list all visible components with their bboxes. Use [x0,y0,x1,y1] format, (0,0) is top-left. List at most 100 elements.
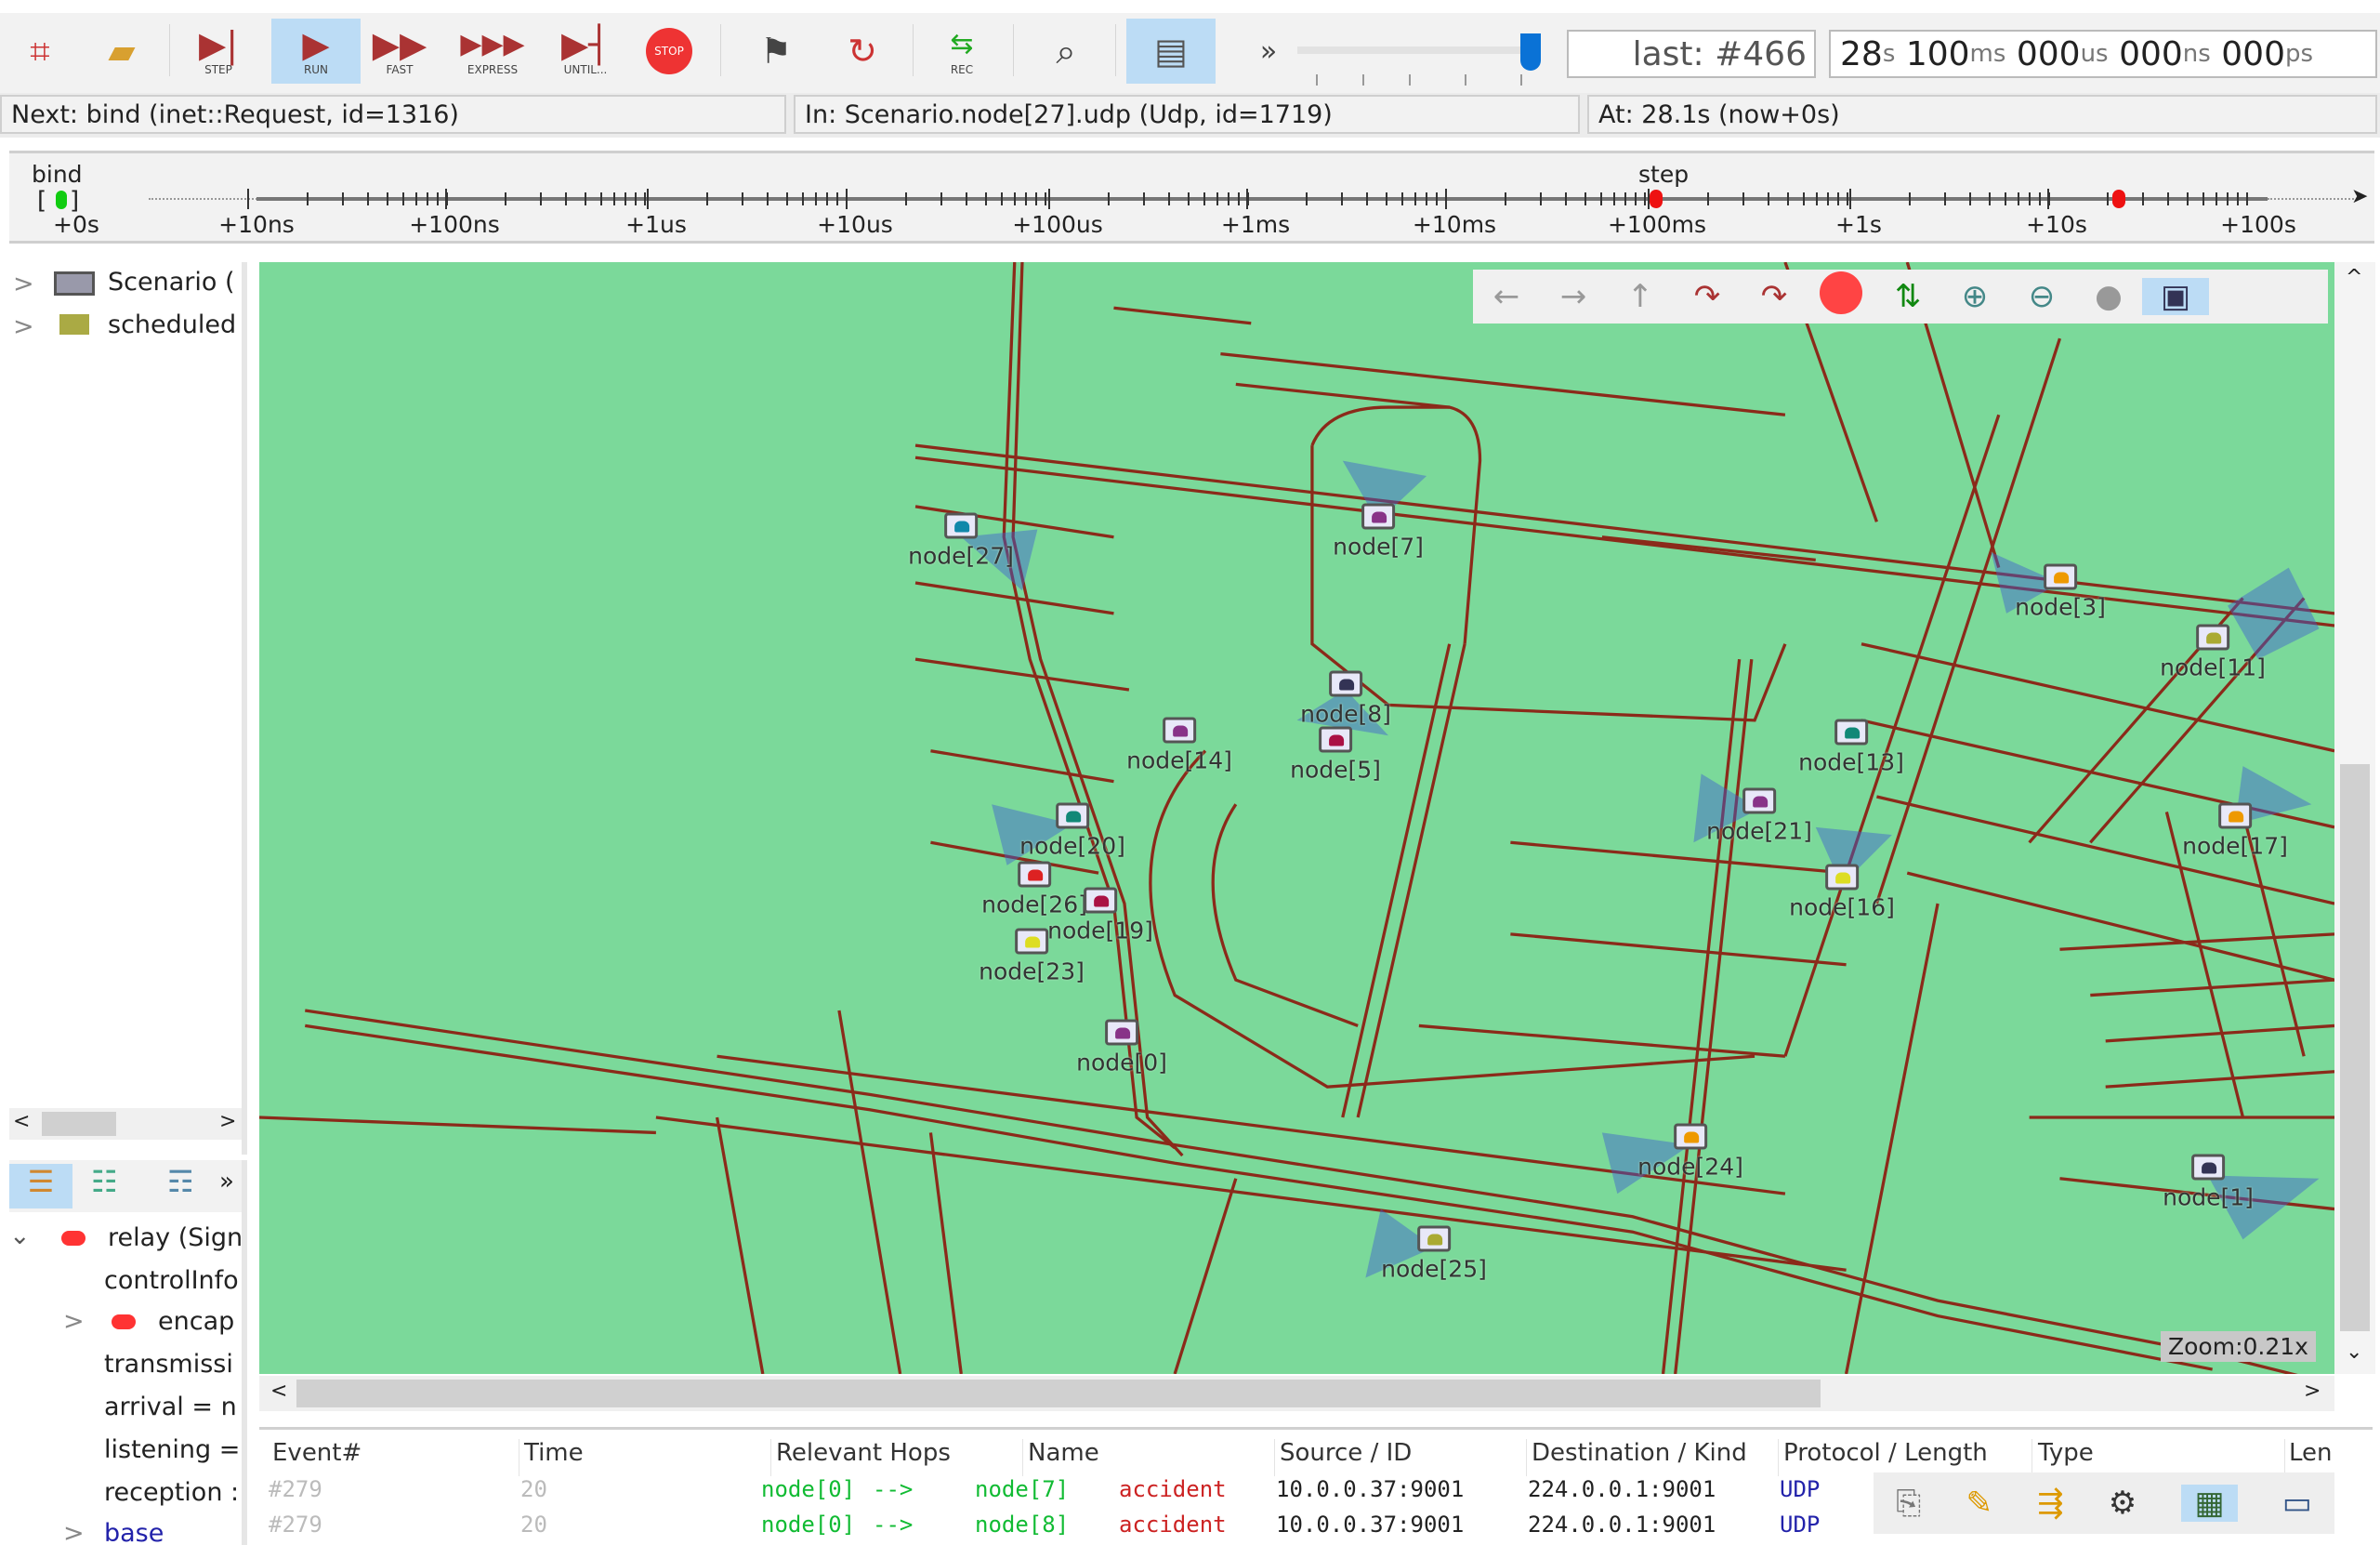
column-header[interactable]: Name [1024,1439,1275,1476]
rebuild-button[interactable]: ↻ [830,19,895,84]
packet-view-icon[interactable]: ▦ [2181,1485,2238,1522]
map-node[interactable]: node[11] [2160,624,2266,681]
pin-icon[interactable]: ✎ [1966,1485,1992,1522]
expand-icon[interactable]: > [63,1307,85,1336]
more-button[interactable]: » [219,1168,234,1195]
timeline-tick [307,192,309,205]
map-node[interactable]: node[17] [2182,802,2288,860]
slider-thumb[interactable] [1520,33,1541,71]
record-button[interactable]: ⇆ REC [929,19,994,84]
column-header[interactable]: Source / ID [1276,1439,1527,1476]
map-node[interactable]: node[25] [1381,1225,1487,1283]
step-out-icon[interactable]: ↷ [1741,278,1808,315]
column-header[interactable]: Destination / Kind [1528,1439,1779,1476]
scrollbar-thumb[interactable] [296,1380,1821,1407]
step-button[interactable]: ▶| STEP [186,19,251,84]
layout-button[interactable]: ▤ [1126,19,1216,84]
message-view-icon[interactable]: ▭ [2282,1485,2312,1522]
map-node[interactable]: node[3] [2015,563,2106,621]
network-canvas[interactable]: node[27] node[7] node[3] node[11] node[8… [259,262,2334,1374]
map-node[interactable]: node[1] [2163,1154,2254,1211]
horizontal-scrollbar[interactable]: < > [259,1376,2334,1411]
more-button[interactable]: » [1236,19,1301,84]
scrollbar-thumb[interactable] [42,1112,116,1136]
run-icon: ▶ [302,24,330,65]
timeline-tick [2047,189,2049,209]
event-marker[interactable] [2112,190,2125,208]
vertical-scrollbar[interactable]: ^ ⌄ [2334,262,2375,1374]
collapse-icon[interactable]: ⌄ [9,1221,31,1250]
inspector-item[interactable]: base [104,1519,242,1545]
bind-event-marker[interactable] [56,191,67,209]
inspector-item[interactable]: arrival = n [104,1393,242,1421]
refresh-icon[interactable]: ⇅ [1874,278,1941,315]
map-node[interactable]: node[13] [1798,719,1904,776]
timeline-tick [1228,192,1230,205]
search-button[interactable]: ⌕ [1033,19,1098,84]
inspector-item[interactable]: transmissi [104,1350,242,1379]
timeline-tick [2029,192,2032,205]
back-icon[interactable]: ← [1473,278,1540,315]
map-node[interactable]: node[0] [1076,1019,1167,1076]
expand-icon[interactable]: > [63,1519,85,1545]
speed-slider[interactable] [1297,33,1544,89]
map-node[interactable]: node[16] [1789,864,1895,921]
map-node[interactable]: node[7] [1333,503,1424,561]
load-config-button[interactable]: ▰ [89,19,154,84]
timeline-tick [1246,189,1248,209]
map-node[interactable]: node[24] [1637,1123,1743,1181]
map-node[interactable]: node[27] [908,512,1014,570]
column-header[interactable]: Time [520,1439,771,1476]
column-header[interactable]: Protocol / Length [1780,1439,2032,1476]
event-timeline[interactable]: bind [ ] step ➤ +0s +10ns +100ns +1us +1… [9,151,2374,244]
step-back-icon[interactable]: ↷ [1674,278,1741,315]
module-view-icon[interactable]: ▣ [2142,278,2209,315]
flat-mode-icon[interactable]: ☶ [167,1164,194,1199]
animation-icon[interactable]: ● [2075,278,2142,315]
zoom-out-icon[interactable]: ⊖ [2008,278,2075,315]
gear-icon[interactable]: ⚙ [2109,1485,2137,1522]
fast-button[interactable]: ▶▶ FAST [367,19,432,84]
map-node[interactable]: node[23] [979,928,1085,985]
timeline-tick [836,192,839,205]
stop-button[interactable]: STOP [637,19,702,84]
column-header[interactable]: Type [2034,1439,2285,1476]
zoom-in-icon[interactable]: ⊕ [1941,278,2008,315]
express-button[interactable]: ▶▶▶ EXPRESS [451,19,534,84]
up-icon[interactable]: ↑ [1607,278,1674,315]
horizontal-scrollbar[interactable]: < > [9,1108,242,1140]
inspector-panel: ☰ ☷ ☶ » ⌄ relay (Sign controlInfo > enca… [9,1160,247,1545]
timeline-tick [2227,192,2229,205]
map-node[interactable]: node[20] [1019,802,1125,860]
tree-mode-icon[interactable]: ☰ [9,1164,72,1208]
scrollbar-thumb[interactable] [2340,764,2370,1331]
map-node[interactable]: node[21] [1706,787,1812,845]
column-header[interactable]: Relevant Hops [772,1439,1023,1476]
inspector-item[interactable]: reception : [104,1478,242,1507]
children-mode-icon[interactable]: ☷ [91,1164,118,1199]
copy-icon[interactable]: ⎘ [1896,1485,1921,1522]
stop-icon[interactable] [1808,271,1874,323]
column-header[interactable]: Event# [269,1439,519,1476]
timeline-tick [1802,192,1805,205]
tree-item-scheduled[interactable]: scheduled [108,310,247,339]
new-network-button[interactable]: ⌗ [7,19,72,84]
map-node[interactable]: node[5] [1290,726,1381,784]
inspector-item[interactable]: listening = [104,1435,242,1464]
timeline-tick [612,192,615,205]
map-node[interactable]: node[14] [1126,717,1232,774]
expand-icon[interactable]: > [13,312,34,341]
until-button[interactable]: ▶┤ UNTIL... [548,19,623,84]
finish-button[interactable]: ⚑ [743,19,809,84]
inspector-item[interactable]: relay (Sign [108,1223,242,1252]
run-button[interactable]: ▶ RUN [271,19,361,84]
map-node[interactable]: node[8] [1300,670,1391,728]
forward-icon[interactable]: → [1540,278,1607,315]
inspector-item[interactable]: encap [158,1307,242,1336]
tree-item-scenario[interactable]: Scenario ( [108,268,247,297]
expand-icon[interactable]: > [13,270,34,298]
filter-icon[interactable]: ⇶ [2037,1485,2064,1522]
inspector-item[interactable]: controlInfo [104,1266,242,1295]
step-event-marker[interactable] [1650,190,1663,208]
column-header[interactable]: Len [2285,1439,2341,1476]
